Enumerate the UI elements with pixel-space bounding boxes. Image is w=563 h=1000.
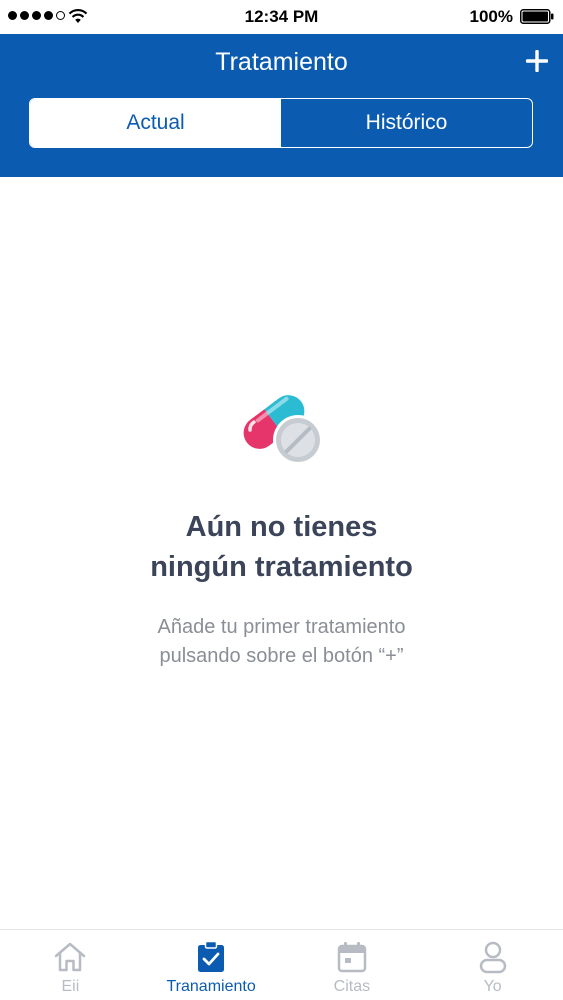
tab-eii[interactable]: Eii bbox=[0, 930, 141, 1000]
calendar-icon bbox=[337, 942, 367, 973]
segmented-control: Actual Histórico bbox=[29, 98, 533, 148]
pill-icon bbox=[243, 395, 323, 465]
tab-citas-label: Citas bbox=[333, 978, 371, 995]
empty-subtitle-line-2: pulsando sobre el botón “+” bbox=[159, 645, 404, 667]
user-icon bbox=[479, 941, 506, 974]
status-bar: 12:34 PM 100% bbox=[0, 0, 563, 34]
empty-title-line-1: Aún no tienes bbox=[185, 511, 378, 543]
empty-state-title: Aún no tienes ningún tratamiento bbox=[0, 507, 563, 587]
tab-eii-label: Eii bbox=[61, 978, 80, 995]
tab-bar: Eii Tranamiento Citas Yo bbox=[0, 929, 563, 1000]
clipboard-check-icon bbox=[198, 940, 225, 972]
add-treatment-button[interactable] bbox=[525, 49, 549, 73]
tab-yo[interactable]: Yo bbox=[422, 930, 563, 1000]
battery-percentage: 100% bbox=[469, 7, 513, 26]
page-title: Tratamiento bbox=[215, 48, 348, 76]
segment-actual[interactable]: Actual bbox=[30, 99, 281, 147]
empty-state-subtitle: Añade tu primer tratamiento pulsando sob… bbox=[0, 613, 563, 671]
home-icon bbox=[55, 942, 86, 972]
empty-title-line-2: ningún tratamiento bbox=[150, 551, 413, 583]
empty-subtitle-line-1: Añade tu primer tratamiento bbox=[157, 616, 406, 638]
tab-tratamiento-label: Tranamiento bbox=[166, 978, 256, 995]
tab-tratamiento[interactable]: Tranamiento bbox=[141, 930, 282, 1000]
tab-yo-label: Yo bbox=[483, 978, 502, 995]
battery-icon bbox=[520, 9, 554, 24]
tab-citas[interactable]: Citas bbox=[282, 930, 423, 1000]
segment-historico[interactable]: Histórico bbox=[281, 99, 532, 147]
nav-header: Tratamiento Actual Histórico bbox=[0, 34, 563, 177]
